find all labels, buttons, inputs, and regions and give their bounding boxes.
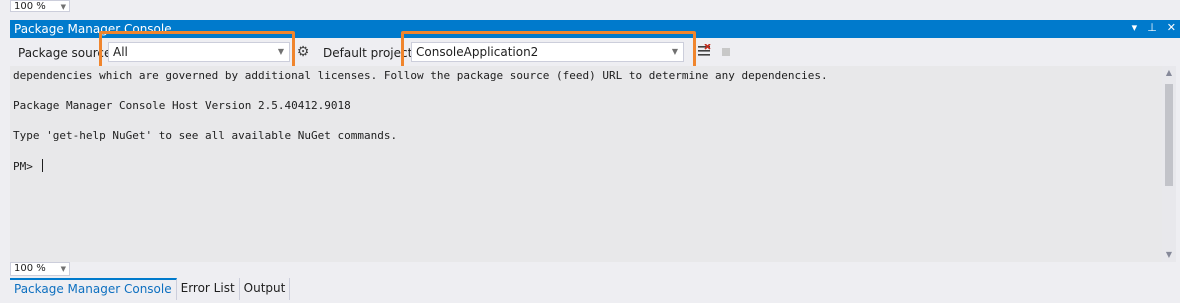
vertical-scrollbar[interactable]: ▲ ▼ — [1162, 66, 1176, 262]
pin-icon[interactable]: ⊥ — [1147, 21, 1157, 34]
window-menu-icon[interactable]: ▾ — [1132, 21, 1138, 34]
console-line: Type 'get-help NuGet' to see all availab… — [13, 129, 398, 142]
tool-window-titlebar: Package Manager Console ▾ ⊥ ✕ — [10, 20, 1180, 38]
stop-icon[interactable] — [722, 48, 730, 56]
clear-console-icon[interactable] — [697, 44, 711, 58]
console-prompt: PM> — [13, 160, 40, 173]
package-source-dropdown[interactable]: All ▼ — [108, 42, 290, 62]
tab-error-list[interactable]: Error List — [177, 278, 240, 300]
console-line: dependencies which are governed by addit… — [13, 69, 828, 82]
tab-output[interactable]: Output — [240, 278, 291, 300]
default-project-label: Default project — [323, 46, 413, 60]
default-project-dropdown[interactable]: ConsoleApplication2 ▼ — [411, 42, 684, 62]
scrollbar-thumb[interactable] — [1165, 84, 1173, 186]
console-line: Package Manager Console Host Version 2.5… — [13, 99, 351, 112]
tab-package-manager-console[interactable]: Package Manager Console — [10, 278, 177, 300]
console-prompt-line[interactable]: PM> — [13, 159, 43, 174]
console-toolbar: Package source All ▼ ⚙ Default project C… — [10, 31, 1180, 71]
window-title: Package Manager Console — [14, 22, 172, 36]
package-source-value: All — [113, 45, 128, 59]
tool-window-tabs: Package Manager Console Error List Outpu… — [10, 278, 291, 300]
settings-gear-icon[interactable]: ⚙ — [295, 44, 311, 60]
scroll-up-icon[interactable]: ▲ — [1162, 66, 1176, 80]
close-icon[interactable]: ✕ — [1167, 21, 1176, 34]
chevron-down-icon: ▼ — [60, 3, 66, 11]
bottom-zoom-value: 100 % — [14, 263, 46, 274]
console-output[interactable]: dependencies which are governed by addit… — [10, 66, 1162, 262]
text-cursor — [41, 159, 43, 172]
package-source-label: Package source — [18, 46, 112, 60]
top-zoom-dropdown[interactable]: 100 % ▼ — [10, 0, 70, 12]
bottom-zoom-dropdown[interactable]: 100 % ▼ — [10, 262, 70, 276]
default-project-value: ConsoleApplication2 — [416, 45, 539, 59]
scroll-down-icon[interactable]: ▼ — [1162, 248, 1176, 262]
chevron-down-icon: ▼ — [60, 265, 66, 273]
top-zoom-value: 100 % — [14, 1, 46, 12]
window-controls: ▾ ⊥ ✕ — [1132, 21, 1176, 34]
top-strip: 100 % ▼ — [0, 0, 1180, 14]
chevron-down-icon: ▼ — [277, 47, 284, 56]
chevron-down-icon: ▼ — [671, 47, 678, 56]
